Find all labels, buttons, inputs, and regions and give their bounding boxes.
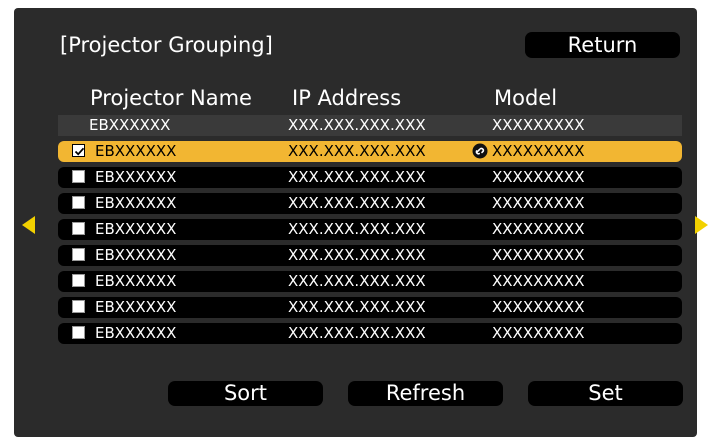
column-headers: Projector Name IP Address Model	[14, 86, 697, 114]
projector-row[interactable]: EBXXXXXX XXX.XXX.XXX.XXX XXXXXXXXX	[58, 271, 682, 292]
model: XXXXXXXXX	[492, 324, 585, 342]
model: XXXXXXXXX	[492, 168, 585, 186]
projector-name: EBXXXXXX	[95, 246, 177, 264]
column-header-ip-address: IP Address	[292, 86, 402, 110]
refresh-button[interactable]: Refresh	[348, 381, 503, 406]
projector-name: EBXXXXXX	[95, 168, 177, 186]
projector-list: EBXXXXXX XXX.XXX.XXX.XXX XXXXXXXXX EBXXX…	[58, 115, 682, 349]
projector-grouping-screen: [Projector Grouping] Return Projector Na…	[14, 8, 697, 437]
projector-name: EBXXXXXX	[89, 116, 171, 134]
row-checkbox[interactable]	[72, 222, 85, 235]
triangle-left-icon[interactable]	[22, 216, 36, 234]
row-checkbox[interactable]	[72, 196, 85, 209]
projector-name: EBXXXXXX	[95, 324, 177, 342]
projector-name: EBXXXXXX	[95, 272, 177, 290]
model: XXXXXXXXX	[492, 246, 585, 264]
page-title: [Projector Grouping]	[60, 33, 273, 57]
ip-address: XXX.XXX.XXX.XXX	[288, 324, 426, 342]
projector-row[interactable]: EBXXXXXX XXX.XXX.XXX.XXX XXXXXXXXX	[58, 219, 682, 240]
projector-name: EBXXXXXX	[95, 194, 177, 212]
triangle-right-icon[interactable]	[695, 216, 709, 234]
projector-row[interactable]: EBXXXXXX XXX.XXX.XXX.XXX XXXXXXXXX	[58, 245, 682, 266]
model: XXXXXXXXX	[492, 272, 585, 290]
column-header-model: Model	[494, 86, 558, 110]
ip-address: XXX.XXX.XXX.XXX	[288, 168, 426, 186]
projector-name: EBXXXXXX	[95, 142, 177, 160]
ip-address: XXX.XXX.XXX.XXX	[288, 194, 426, 212]
ip-address: XXX.XXX.XXX.XXX	[288, 246, 426, 264]
ip-address: XXX.XXX.XXX.XXX	[288, 272, 426, 290]
sort-button[interactable]: Sort	[168, 381, 323, 406]
link-icon	[472, 143, 488, 159]
check-icon	[74, 147, 85, 156]
row-checkbox[interactable]	[72, 248, 85, 261]
column-header-projector-name: Projector Name	[90, 86, 252, 110]
projector-row[interactable]: EBXXXXXX XXX.XXX.XXX.XXX XXXXXXXXX	[58, 167, 682, 188]
row-checkbox[interactable]	[72, 170, 85, 183]
row-checkbox[interactable]	[72, 326, 85, 339]
row-checkbox-checked[interactable]	[72, 144, 85, 157]
row-checkbox[interactable]	[72, 300, 85, 313]
set-button[interactable]: Set	[528, 381, 683, 406]
projector-row-own: EBXXXXXX XXX.XXX.XXX.XXX XXXXXXXXX	[58, 115, 682, 136]
model: XXXXXXXXX	[492, 298, 585, 316]
model: XXXXXXXXX	[492, 220, 585, 238]
return-button[interactable]: Return	[525, 32, 680, 58]
row-checkbox[interactable]	[72, 274, 85, 287]
projector-name: EBXXXXXX	[95, 220, 177, 238]
ip-address: XXX.XXX.XXX.XXX	[288, 220, 426, 238]
projector-row[interactable]: EBXXXXXX XXX.XXX.XXX.XXX XXXXXXXXX	[58, 193, 682, 214]
model: XXXXXXXXX	[492, 116, 585, 134]
projector-row[interactable]: EBXXXXXX XXX.XXX.XXX.XXX XXXXXXXXX	[58, 297, 682, 318]
ip-address: XXX.XXX.XXX.XXX	[288, 298, 426, 316]
projector-name: EBXXXXXX	[95, 298, 177, 316]
model: XXXXXXXXX	[492, 194, 585, 212]
ip-address: XXX.XXX.XXX.XXX	[288, 116, 426, 134]
model: XXXXXXXXX	[492, 142, 585, 160]
projector-row[interactable]: EBXXXXXX XXX.XXX.XXX.XXX XXXXXXXXX	[58, 323, 682, 344]
projector-row-selected[interactable]: EBXXXXXX XXX.XXX.XXX.XXX XXXXXXXXX	[58, 141, 682, 162]
ip-address: XXX.XXX.XXX.XXX	[288, 142, 426, 160]
